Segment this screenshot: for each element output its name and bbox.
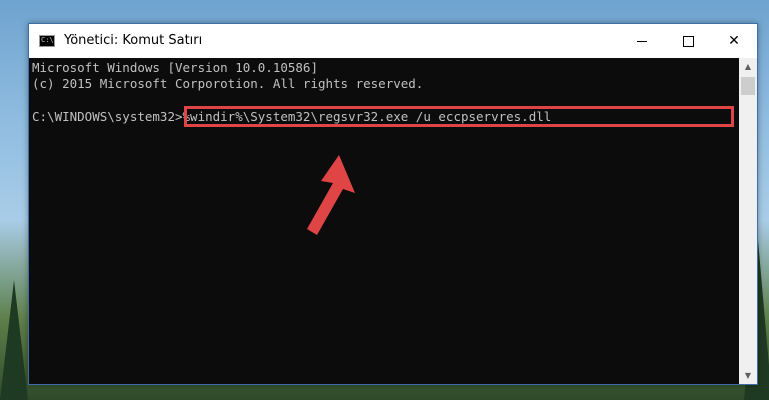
close-icon: ✕ (728, 33, 740, 49)
console-line-copyright: (c) 2015 Microsoft Corporotion. All righ… (32, 76, 424, 91)
title-bar[interactable]: C:\ Yönetici: Komut Satırı ✕ (29, 24, 757, 58)
minimize-icon (637, 40, 647, 42)
red-arrow-icon (307, 155, 355, 235)
maximize-button[interactable] (665, 24, 711, 58)
console-line-version: Microsoft Windows [Version 10.0.10586] (32, 60, 318, 75)
close-button[interactable]: ✕ (711, 24, 757, 58)
command-highlight-box (184, 106, 734, 127)
console-output[interactable]: Microsoft Windows [Version 10.0.10586] (… (29, 58, 739, 384)
scroll-down-icon[interactable]: ▼ (739, 367, 757, 384)
minimize-button[interactable] (619, 24, 665, 58)
command-prompt-window: C:\ Yönetici: Komut Satırı ✕ Microsoft W… (28, 23, 758, 385)
maximize-icon (682, 35, 694, 47)
scroll-thumb[interactable] (741, 77, 755, 95)
background-tree (0, 280, 28, 400)
window-title: Yönetici: Komut Satırı (64, 33, 203, 48)
console-prompt: C:\WINDOWS\system32> (32, 109, 183, 124)
cmd-icon: C:\ (39, 35, 55, 47)
scroll-up-icon[interactable]: ▲ (739, 58, 757, 75)
vertical-scrollbar[interactable]: ▲ ▼ (739, 58, 757, 384)
